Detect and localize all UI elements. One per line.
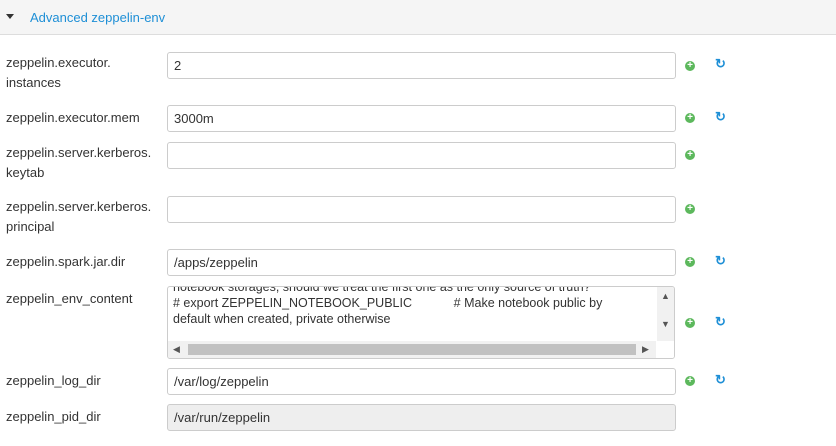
kerberos-principal-input[interactable] <box>167 196 676 223</box>
horizontal-scrollbar[interactable]: ◀ ▶ <box>168 341 656 358</box>
field-label: zeppelin.executor. instances <box>6 55 111 90</box>
field-label: zeppelin_env_content <box>6 291 133 306</box>
refresh-icon[interactable]: ↻ <box>715 109 726 125</box>
section-header[interactable]: Advanced zeppelin-env <box>0 0 836 35</box>
resize-handle[interactable] <box>657 341 674 358</box>
add-icon[interactable]: + <box>685 376 695 386</box>
refresh-icon[interactable]: ↻ <box>715 314 726 330</box>
field-label: zeppelin.server.kerberos. keytab <box>6 145 152 180</box>
spark-jar-dir-input[interactable]: /apps/zeppelin <box>167 249 676 276</box>
executor-instances-input[interactable]: 2 <box>167 52 676 79</box>
refresh-icon[interactable]: ↻ <box>715 56 726 72</box>
kerberos-keytab-input[interactable] <box>167 142 676 169</box>
add-icon[interactable]: + <box>685 257 695 267</box>
add-icon[interactable]: + <box>685 113 695 123</box>
field-label: zeppelin_log_dir <box>6 373 101 388</box>
pid-dir-input: /var/run/zeppelin <box>167 404 676 431</box>
add-icon[interactable]: + <box>685 204 695 214</box>
caret-down-icon[interactable] <box>6 14 14 19</box>
field-label: zeppelin.executor.mem <box>6 110 140 125</box>
env-content-textarea[interactable]: notebook storages, should we treat the f… <box>167 286 675 359</box>
field-label: zeppelin_pid_dir <box>6 409 101 424</box>
field-label: zeppelin.spark.jar.dir <box>6 254 126 269</box>
executor-mem-input[interactable]: 3000m <box>167 105 676 132</box>
refresh-icon[interactable]: ↻ <box>715 372 726 388</box>
section-title[interactable]: Advanced zeppelin-env <box>30 10 165 25</box>
add-icon[interactable]: + <box>685 318 695 328</box>
vertical-scrollbar[interactable]: ▲ ▼ <box>657 287 674 341</box>
refresh-icon[interactable]: ↻ <box>715 253 726 269</box>
add-icon[interactable]: + <box>685 150 695 160</box>
field-label: zeppelin.server.kerberos. principal <box>6 199 152 234</box>
add-icon[interactable]: + <box>685 61 695 71</box>
log-dir-input[interactable]: /var/log/zeppelin <box>167 368 676 395</box>
